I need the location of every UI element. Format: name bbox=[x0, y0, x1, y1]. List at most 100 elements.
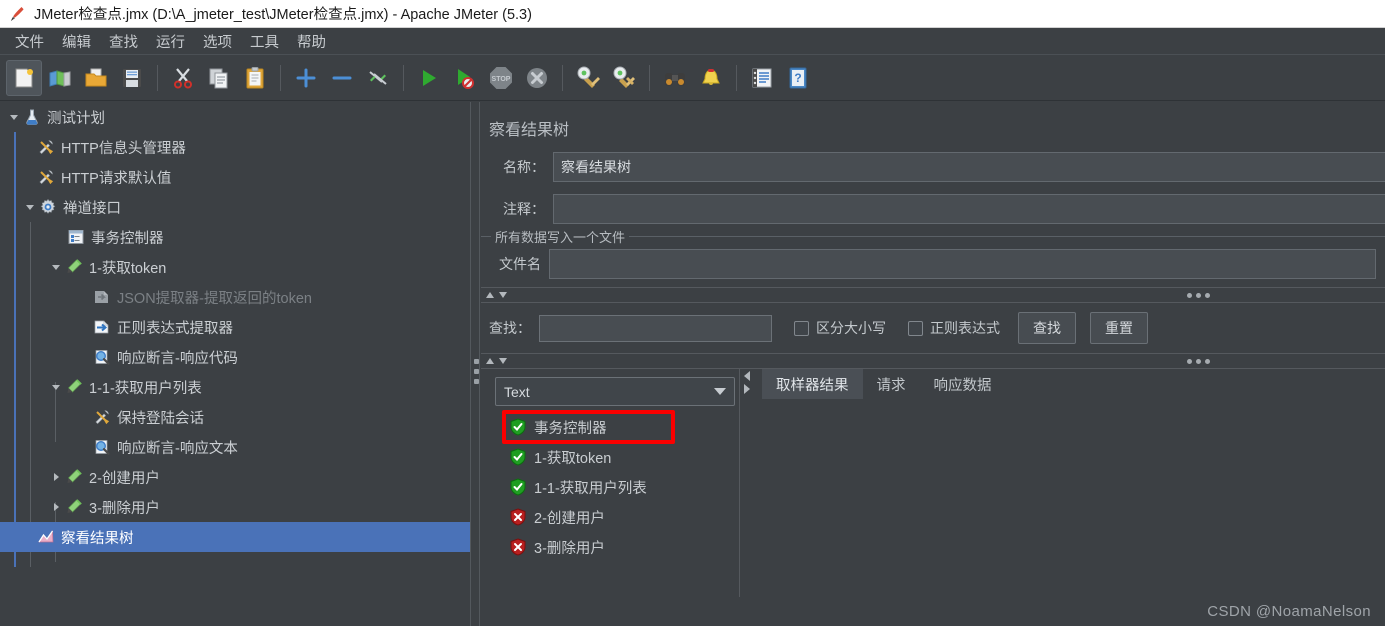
tree-node-response-assertion-text[interactable]: 响应断言-响应文本 bbox=[0, 432, 470, 462]
search-input[interactable] bbox=[539, 314, 772, 342]
sampler-results-list[interactable]: 事务控制器 1-获取token 1-1-获取用户列表 2-创建用户 3-删除用户 bbox=[495, 410, 739, 562]
result-item-get-user-list[interactable]: 1-1-获取用户列表 bbox=[495, 472, 739, 502]
tree-node-sampler-get-user-list[interactable]: 1-1-获取用户列表 bbox=[0, 372, 470, 402]
result-item-label: 事务控制器 bbox=[534, 420, 607, 437]
tree-node-http-header-manager[interactable]: HTTP信息头管理器 bbox=[0, 132, 470, 162]
regex-checkbox[interactable]: 正则表达式 bbox=[908, 318, 1000, 338]
result-item-get-token[interactable]: 1-获取token bbox=[495, 442, 739, 472]
paste-button[interactable] bbox=[237, 60, 273, 96]
triangle-up-icon[interactable] bbox=[486, 292, 494, 298]
start-no-pauses-button[interactable] bbox=[447, 60, 483, 96]
divider-collapse-arrows[interactable] bbox=[486, 292, 507, 298]
renderer-select[interactable]: Text bbox=[495, 377, 735, 406]
start-button[interactable] bbox=[411, 60, 447, 96]
tree-node-keep-session[interactable]: 保持登陆会话 bbox=[0, 402, 470, 432]
search-button[interactable] bbox=[657, 60, 693, 96]
splitter-grip[interactable] bbox=[474, 354, 479, 389]
search-submit-button[interactable]: 查找 bbox=[1018, 312, 1076, 344]
chevron-down-icon[interactable] bbox=[22, 199, 38, 215]
chevron-down-icon[interactable] bbox=[48, 259, 64, 275]
test-plan-tree[interactable]: 测试计划 HTTP信息头管理器 HTTP请求默认值 禅道接口 事务控制器 1-获… bbox=[0, 102, 470, 626]
menu-edit[interactable]: 编辑 bbox=[53, 28, 100, 55]
search-reset-button[interactable]: 重置 bbox=[1090, 312, 1148, 344]
toolbar-separator bbox=[562, 64, 563, 91]
function-helper-button[interactable] bbox=[744, 60, 780, 96]
copy-button[interactable] bbox=[201, 60, 237, 96]
tree-node-json-extractor[interactable]: JSON提取器-提取返回的token bbox=[0, 282, 470, 312]
menu-tools[interactable]: 工具 bbox=[241, 28, 288, 55]
tree-node-test-plan[interactable]: 测试计划 bbox=[0, 102, 470, 132]
shutdown-x-icon bbox=[525, 66, 549, 90]
chevron-down-icon[interactable] bbox=[714, 388, 726, 395]
divider-grip-dots[interactable] bbox=[1187, 359, 1210, 364]
shutdown-button[interactable] bbox=[519, 60, 555, 96]
comment-input[interactable] bbox=[553, 194, 1385, 224]
menu-options[interactable]: 选项 bbox=[194, 28, 241, 55]
tree-node-thread-group[interactable]: 禅道接口 bbox=[0, 192, 470, 222]
chevron-down-icon[interactable] bbox=[6, 109, 22, 125]
result-item-delete-user[interactable]: 3-删除用户 bbox=[495, 532, 739, 562]
result-item-transaction-controller[interactable]: 事务控制器 bbox=[495, 412, 739, 442]
tree-node-label: JSON提取器-提取返回的token bbox=[117, 290, 312, 307]
divider-grip-dots[interactable] bbox=[1187, 293, 1210, 298]
new-test-plan-button[interactable] bbox=[6, 59, 42, 96]
tab-response-data[interactable]: 响应数据 bbox=[920, 369, 1006, 399]
chevron-down-icon[interactable] bbox=[48, 379, 64, 395]
filename-input[interactable] bbox=[549, 249, 1376, 279]
toggle-button[interactable] bbox=[360, 60, 396, 96]
name-input[interactable]: 察看结果树 bbox=[553, 152, 1385, 182]
triangle-down-icon[interactable] bbox=[499, 292, 507, 298]
copy-pages-icon bbox=[207, 66, 231, 90]
result-item-label: 1-1-获取用户列表 bbox=[534, 480, 647, 497]
jmeter-window: JMeter检查点.jmx (D:\A_jmeter_test\JMeter检查… bbox=[0, 0, 1385, 626]
stop-button[interactable]: STOP bbox=[483, 60, 519, 96]
save-button[interactable] bbox=[114, 60, 150, 96]
clear-all-button[interactable] bbox=[606, 60, 642, 96]
tree-node-http-request-defaults[interactable]: HTTP请求默认值 bbox=[0, 162, 470, 192]
divider-collapse-arrows[interactable] bbox=[486, 358, 507, 364]
triangle-right-icon[interactable] bbox=[744, 384, 750, 394]
templates-button[interactable] bbox=[42, 60, 78, 96]
triangle-down-icon[interactable] bbox=[499, 358, 507, 364]
result-item-label: 1-获取token bbox=[534, 450, 612, 467]
name-field-row: 名称： 察看结果树 bbox=[481, 152, 1385, 182]
chevron-right-icon[interactable] bbox=[48, 469, 64, 485]
triangle-left-icon[interactable] bbox=[744, 371, 750, 381]
menu-help[interactable]: 帮助 bbox=[288, 28, 335, 55]
clear-button[interactable] bbox=[570, 60, 606, 96]
tree-node-sampler-delete-user[interactable]: 3-删除用户 bbox=[0, 492, 470, 522]
open-folder-icon bbox=[84, 66, 108, 90]
tree-node-transaction-controller[interactable]: 事务控制器 bbox=[0, 222, 470, 252]
case-sensitive-checkbox[interactable]: 区分大小写 bbox=[794, 318, 886, 338]
cut-button[interactable] bbox=[165, 60, 201, 96]
tab-request[interactable]: 请求 bbox=[863, 369, 920, 399]
help-button[interactable]: ? bbox=[780, 60, 816, 96]
triangle-up-icon[interactable] bbox=[486, 358, 494, 364]
panel-splitter[interactable] bbox=[470, 102, 480, 626]
tree-node-regex-extractor[interactable]: 正则表达式提取器 bbox=[0, 312, 470, 342]
tree-node-response-assertion-code[interactable]: 响应断言-响应代码 bbox=[0, 342, 470, 372]
assertion-magnifier-icon bbox=[92, 437, 112, 457]
bell-reset-icon bbox=[698, 65, 724, 91]
tab-scroll-arrows[interactable] bbox=[744, 371, 750, 397]
menu-run[interactable]: 运行 bbox=[147, 28, 194, 55]
chevron-right-icon[interactable] bbox=[48, 499, 64, 515]
tab-sampler-result[interactable]: 取样器结果 bbox=[762, 369, 863, 399]
result-item-create-user[interactable]: 2-创建用户 bbox=[495, 502, 739, 532]
reset-search-button[interactable] bbox=[693, 60, 729, 96]
scissors-cut-icon bbox=[171, 66, 195, 90]
tree-node-label: HTTP请求默认值 bbox=[61, 170, 172, 187]
tree-node-sampler-create-user[interactable]: 2-创建用户 bbox=[0, 462, 470, 492]
results-section-divider[interactable] bbox=[481, 353, 1385, 369]
menu-file[interactable]: 文件 bbox=[6, 28, 53, 55]
menu-search[interactable]: 查找 bbox=[100, 28, 147, 55]
collapse-all-button[interactable] bbox=[324, 60, 360, 96]
tree-node-view-results-tree[interactable]: 察看结果树 bbox=[0, 522, 470, 552]
tree-node-label: 事务控制器 bbox=[91, 230, 164, 247]
tree-node-sampler-get-token[interactable]: 1-获取token bbox=[0, 252, 470, 282]
expand-all-button[interactable] bbox=[288, 60, 324, 96]
open-button[interactable] bbox=[78, 60, 114, 96]
checkbox-box-icon[interactable] bbox=[794, 320, 809, 336]
search-section-divider[interactable] bbox=[481, 287, 1385, 303]
checkbox-box-icon[interactable] bbox=[908, 320, 923, 336]
